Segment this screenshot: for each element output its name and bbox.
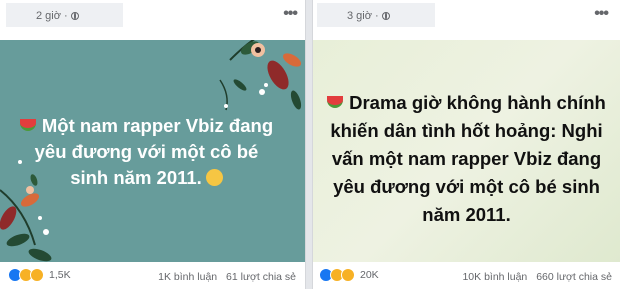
timestamp-text: 3 giờ xyxy=(347,10,372,22)
post-header: 2 giờ · ••• xyxy=(0,0,305,40)
post-text-content: Drama giờ không hành chính khiến dân tìn… xyxy=(330,92,606,225)
engagement-stats: 1K bình luận 61 lượt chia sẻ xyxy=(158,271,296,283)
timestamp-text: 2 giờ xyxy=(36,10,61,22)
post-footer: 1,5K 1K bình luận 61 lượt chia sẻ xyxy=(0,262,305,289)
wow-reaction-icon xyxy=(341,268,355,282)
comment-count-link[interactable]: 1K bình luận xyxy=(158,271,217,283)
reaction-summary[interactable]: 1,5K xyxy=(8,268,71,282)
reaction-count: 20K xyxy=(360,269,379,281)
sweat-face-emoji-icon xyxy=(205,168,223,186)
post-header: 3 giờ · ••• xyxy=(313,0,620,40)
share-count-link[interactable]: 61 lượt chia sẻ xyxy=(226,271,296,283)
watermelon-icon xyxy=(327,96,344,109)
globe-icon xyxy=(381,12,390,20)
post-card-left: 2 giờ · ••• Một nam rapper Vbiz đang yêu… xyxy=(0,0,306,289)
reaction-count: 1,5K xyxy=(49,269,71,281)
engagement-stats: 10K bình luận 660 lượt chia sẻ xyxy=(462,271,612,283)
post-timestamp[interactable]: 3 giờ · xyxy=(347,10,390,22)
post-footer: 20K 10K bình luận 660 lượt chia sẻ xyxy=(313,262,620,289)
globe-icon xyxy=(70,12,79,20)
watermelon-icon xyxy=(19,119,36,132)
post-status-text: Một nam rapper Vbiz đang yêu đương với m… xyxy=(18,113,275,191)
status-background-card: Drama giờ không hành chính khiến dân tìn… xyxy=(313,40,620,262)
post-text-content: Một nam rapper Vbiz đang yêu đương với m… xyxy=(34,115,274,188)
reaction-summary[interactable]: 20K xyxy=(319,268,379,282)
more-options-icon[interactable]: ••• xyxy=(283,6,298,22)
comment-count-link[interactable]: 10K bình luận xyxy=(462,271,527,283)
post-card-right: 3 giờ · ••• Drama giờ không hành chính k… xyxy=(312,0,620,289)
wow-reaction-icon xyxy=(30,268,44,282)
status-background-card: Một nam rapper Vbiz đang yêu đương với m… xyxy=(0,40,305,262)
post-status-text: Drama giờ không hành chính khiến dân tìn… xyxy=(323,89,610,229)
more-options-icon[interactable]: ••• xyxy=(594,6,609,22)
post-timestamp[interactable]: 2 giờ · xyxy=(36,10,79,22)
share-count-link[interactable]: 660 lượt chia sẻ xyxy=(536,271,612,283)
